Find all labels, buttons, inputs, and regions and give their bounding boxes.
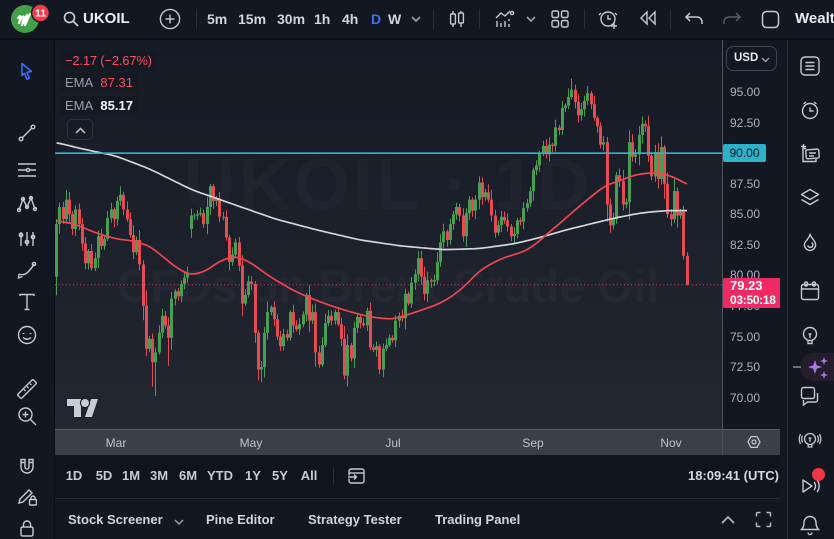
svg-text:CFDs on Brent Crude Oil: CFDs on Brent Crude Oil (117, 260, 659, 312)
svg-text:11: 11 (35, 8, 46, 20)
svg-text:UKOIL · 1D: UKOIL · 1D (184, 145, 593, 225)
